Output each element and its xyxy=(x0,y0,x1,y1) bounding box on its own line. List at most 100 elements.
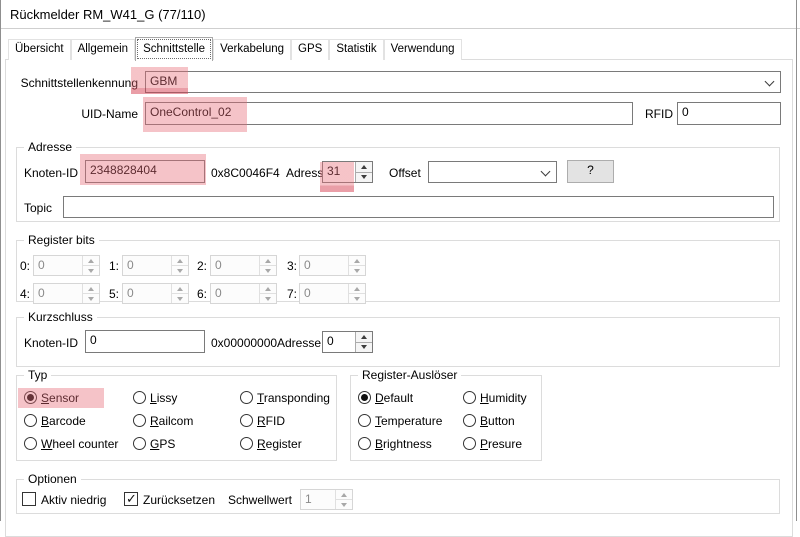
offset-combobox[interactable] xyxy=(428,161,557,183)
bit-6-spinner[interactable]: 0 xyxy=(210,283,277,304)
kennung-combobox[interactable]: GBM xyxy=(145,71,781,93)
radio-label: Default xyxy=(375,391,413,405)
zuruecksetzen-checkbox[interactable] xyxy=(124,492,138,506)
kurzschluss-knoten-input[interactable]: 0 xyxy=(85,330,205,353)
bit-3-label: 3: xyxy=(279,259,297,273)
spinner-down-button[interactable] xyxy=(356,342,372,353)
radio-ausloeser-presure[interactable]: Presure xyxy=(463,436,522,451)
ausloeser-group-title: Register-Auslöser xyxy=(358,368,461,382)
radio-typ-gps[interactable]: GPS xyxy=(133,436,175,451)
tab-schnittstelle[interactable]: Schnittstelle xyxy=(135,37,213,61)
kurzschluss-knoten-label: Knoten-ID xyxy=(24,336,78,350)
radio-icon xyxy=(24,414,37,427)
window-title: Rückmelder RM_W41_G (77/110) xyxy=(10,7,206,22)
adresse-knoten-label: Knoten-ID xyxy=(24,166,78,180)
spinner-up-button[interactable] xyxy=(356,332,372,342)
radio-ausloeser-humidity[interactable]: Humidity xyxy=(463,390,527,405)
aktiv-niedrig-checkbox[interactable] xyxy=(22,492,36,506)
bit-0-spinner[interactable]: 0 xyxy=(33,255,100,276)
schwellwert-spinner[interactable]: 1 xyxy=(300,489,353,510)
window-border-right xyxy=(796,0,797,521)
radio-label: Brightness xyxy=(375,437,432,451)
radio-typ-wheel-counter[interactable]: Wheel counter xyxy=(24,436,118,451)
radio-typ-transponding[interactable]: Transponding xyxy=(240,390,330,405)
chevron-down-icon xyxy=(765,77,775,87)
radio-typ-sensor[interactable]: Sensor xyxy=(24,390,79,405)
spinner-down-button xyxy=(260,265,276,275)
spinner-up-button[interactable] xyxy=(356,162,372,172)
spinner-buttons xyxy=(355,162,372,182)
tab-allgemein[interactable]: Allgemein xyxy=(71,39,136,60)
spinner-down-button xyxy=(260,293,276,303)
spinner-up-button xyxy=(336,490,352,499)
radio-ausloeser-temperature[interactable]: Temperature xyxy=(358,413,442,428)
tab-verkabelung[interactable]: Verkabelung xyxy=(213,39,291,60)
spinner-up-button xyxy=(349,284,365,293)
uid-input[interactable]: OneControl_02 xyxy=(145,102,633,125)
tab-statistik[interactable]: Statistik xyxy=(329,39,383,60)
bit-3-spinner[interactable]: 0 xyxy=(299,255,366,276)
bit-1-spinner[interactable]: 0 xyxy=(122,255,189,276)
spinner-up-button xyxy=(260,256,276,265)
radio-label: Barcode xyxy=(41,414,86,428)
radio-icon xyxy=(358,391,371,404)
optionen-group-title: Optionen xyxy=(24,472,81,486)
radio-label: Presure xyxy=(480,437,522,451)
radio-label: Transponding xyxy=(257,391,330,405)
bit-5-spinner[interactable]: 0 xyxy=(122,283,189,304)
bit-0-value: 0 xyxy=(34,256,82,275)
radio-typ-lissy[interactable]: Lissy xyxy=(133,390,177,405)
bit-0-label: 0: xyxy=(12,259,30,273)
tab-gps[interactable]: GPS xyxy=(291,39,329,60)
typ-group-title: Typ xyxy=(24,368,51,382)
bit-4-spinner[interactable]: 0 xyxy=(33,283,100,304)
radio-typ-register[interactable]: Register xyxy=(240,436,302,451)
spinner-down-button xyxy=(349,265,365,275)
tab-uebersicht[interactable]: Übersicht xyxy=(8,39,71,60)
adresse-adresse-spinner[interactable]: 31 xyxy=(322,161,373,183)
radio-icon xyxy=(24,437,37,450)
radio-label: GPS xyxy=(150,437,175,451)
topic-input[interactable] xyxy=(63,196,774,218)
radio-typ-barcode[interactable]: Barcode xyxy=(24,413,86,428)
bit-5-label: 5: xyxy=(101,287,119,301)
kurzschluss-adresse-label: Adresse xyxy=(277,336,321,350)
spinner-down-button xyxy=(172,265,188,275)
radio-icon xyxy=(358,414,371,427)
uid-label: UID-Name xyxy=(0,107,138,121)
aktiv-niedrig-label: Aktiv niedrig xyxy=(41,493,106,507)
help-button[interactable]: ? xyxy=(567,160,614,183)
bit-7-spinner[interactable]: 0 xyxy=(299,283,366,304)
spinner-down-button xyxy=(172,293,188,303)
radio-icon xyxy=(358,437,371,450)
zuruecksetzen-label: Zurücksetzen xyxy=(143,493,215,507)
radio-typ-rfid[interactable]: RFID xyxy=(240,413,285,428)
adresse-adresse-value[interactable]: 31 xyxy=(323,162,355,182)
bit-2-spinner[interactable]: 0 xyxy=(210,255,277,276)
bit-5-value: 0 xyxy=(123,284,171,303)
radio-label: RFID xyxy=(257,414,285,428)
spinner-down-button[interactable] xyxy=(356,172,372,183)
radio-typ-railcom[interactable]: Railcom xyxy=(133,413,193,428)
tab-verwendung[interactable]: Verwendung xyxy=(384,39,462,60)
bit-3-value: 0 xyxy=(300,256,348,275)
radio-ausloeser-brightness[interactable]: Brightness xyxy=(358,436,432,451)
spinner-buttons xyxy=(355,332,372,352)
register-bits-group-title: Register bits xyxy=(24,233,99,247)
kurzschluss-hex-value: 0x00000000 xyxy=(211,336,277,350)
kurzschluss-adresse-spinner[interactable]: 0 xyxy=(322,331,373,353)
rfid-input[interactable]: 0 xyxy=(677,102,781,125)
spinner-up-button xyxy=(172,284,188,293)
schwellwert-label: Schwellwert xyxy=(228,493,292,507)
adresse-knoten-input[interactable]: 2348828404 xyxy=(85,160,205,183)
adresse-hex-value: 0x8C0046F4 xyxy=(211,166,280,180)
radio-ausloeser-default[interactable]: Default xyxy=(358,390,413,405)
radio-icon xyxy=(463,437,476,450)
radio-ausloeser-button[interactable]: Button xyxy=(463,413,515,428)
rfid-label: RFID xyxy=(645,107,673,121)
topic-label: Topic xyxy=(24,201,52,215)
bit-7-value: 0 xyxy=(300,284,348,303)
kurzschluss-adresse-value[interactable]: 0 xyxy=(323,332,355,352)
radio-icon xyxy=(463,414,476,427)
radio-label: Temperature xyxy=(375,414,442,428)
